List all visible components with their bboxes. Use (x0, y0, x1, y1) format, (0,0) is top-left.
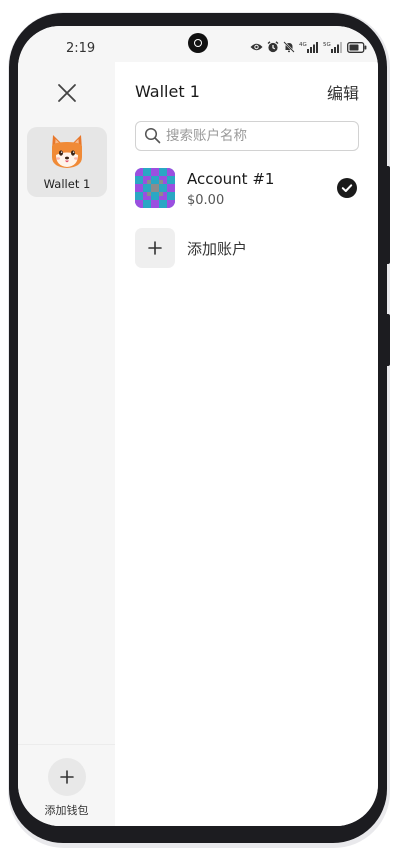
check-circle-icon (337, 178, 357, 198)
account-name: Account #1 (187, 170, 275, 188)
power-button (384, 314, 390, 366)
wallet-title: Wallet 1 (135, 82, 200, 101)
wallet-item-wallet-1[interactable]: Wallet 1 (27, 127, 107, 197)
status-bar: 2:19 4G 5G (18, 26, 378, 62)
add-wallet-button[interactable] (48, 758, 86, 796)
eye-icon (250, 43, 263, 51)
search-input[interactable] (166, 125, 346, 147)
wallet-rail: Wallet 1 添加钱包 (18, 62, 115, 826)
status-icons: 4G 5G (250, 40, 367, 54)
front-camera (188, 33, 208, 53)
alarm-icon (267, 41, 279, 53)
svg-text:5G: 5G (323, 42, 331, 48)
plus-icon (148, 241, 162, 255)
account-item-1[interactable]: Account #1 $0.00 (135, 168, 359, 208)
battery-icon (347, 41, 367, 53)
add-wallet-label[interactable]: 添加钱包 (18, 802, 115, 818)
account-panel: Wallet 1 编辑 搜索账户名称 Account #1 $0.00 添加账户 (115, 62, 378, 826)
search-box[interactable] (135, 121, 359, 151)
add-account-label: 添加账户 (187, 240, 248, 258)
signal-5g-icon: 5G (323, 42, 342, 53)
divider (18, 744, 115, 745)
volume-button (384, 166, 390, 264)
close-button[interactable] (54, 80, 80, 106)
add-account-button[interactable] (135, 228, 175, 268)
signal-4g-icon: 4G (299, 42, 318, 53)
plus-icon (60, 770, 74, 784)
account-balance: $0.00 (187, 193, 225, 208)
edit-button[interactable]: 编辑 (327, 80, 359, 104)
svg-text:4G: 4G (299, 42, 307, 48)
search-icon (144, 127, 161, 144)
bell-muted-icon (283, 41, 295, 53)
close-icon (58, 84, 76, 102)
status-time: 2:19 (66, 41, 96, 56)
wallet-name: Wallet 1 (43, 177, 91, 191)
screen: 2:19 4G 5G Wallet 1 添加钱包 Wallet 1 编辑 搜索账… (18, 26, 378, 826)
add-account-row[interactable]: 添加账户 (135, 228, 335, 268)
account-avatar (135, 168, 175, 208)
fox-icon (52, 135, 82, 168)
